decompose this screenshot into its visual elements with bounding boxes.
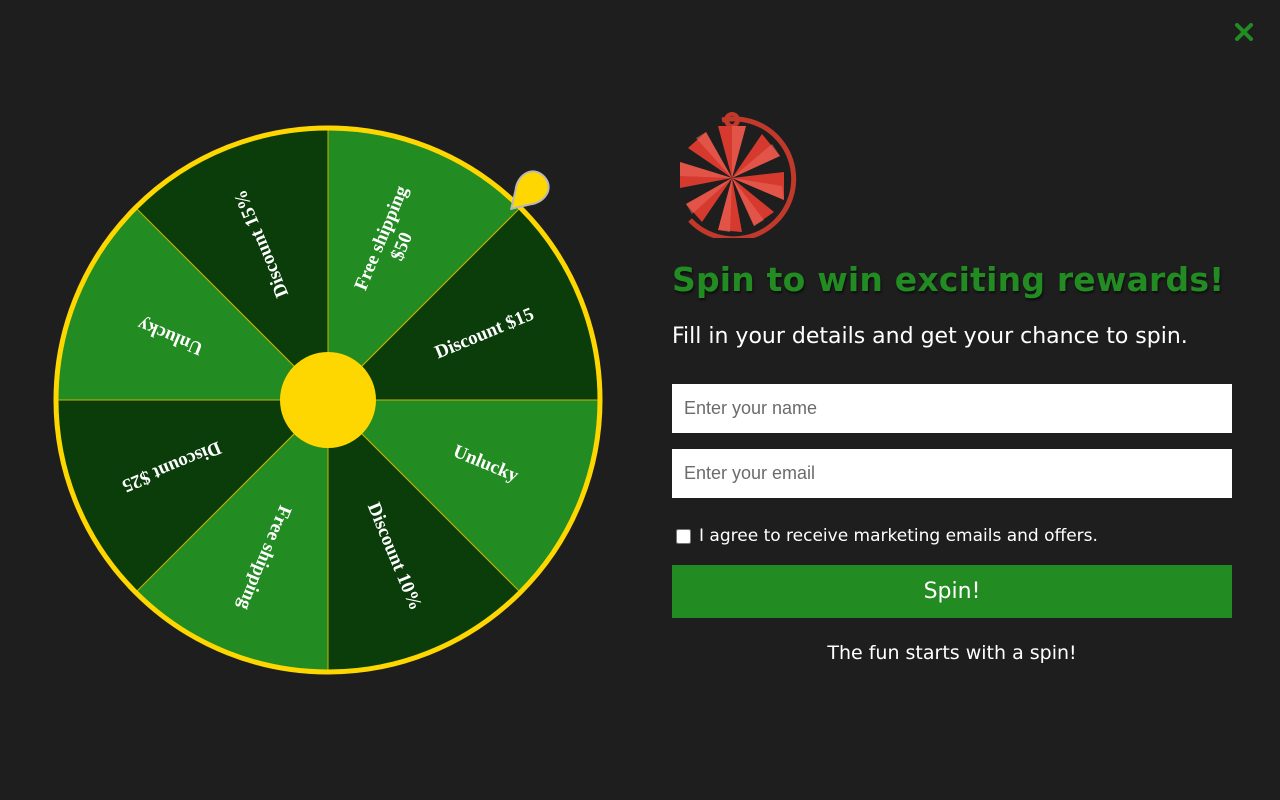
subheadline: Fill in your details and get your chance… — [672, 324, 1188, 349]
headline: Spin to win exciting rewards! — [672, 260, 1225, 299]
close-icon — [1235, 23, 1253, 41]
consent-checkbox[interactable] — [676, 528, 691, 544]
email-input[interactable] — [672, 449, 1232, 498]
spin-popup: Free shipping$50 Discount $15 Unlucky Disco… — [0, 0, 1280, 800]
prize-wheel: Free shipping$50 Discount $15 Unlucky Disco… — [50, 122, 606, 678]
signup-panel: Spin to win exciting rewards! Fill in yo… — [672, 108, 1232, 664]
consent-label: I agree to receive marketing emails and … — [699, 526, 1098, 546]
spin-button[interactable]: Spin! — [672, 565, 1232, 618]
tagline: The fun starts with a spin! — [827, 642, 1077, 664]
wheel-logo-icon — [680, 112, 797, 238]
wheel-graphic: Free shipping$50Discount $15UnluckyDisco… — [53, 125, 603, 675]
name-input[interactable] — [672, 384, 1232, 433]
close-button[interactable] — [1230, 18, 1258, 46]
hub-icon — [280, 352, 376, 448]
consent-row[interactable]: I agree to receive marketing emails and … — [672, 524, 1232, 548]
